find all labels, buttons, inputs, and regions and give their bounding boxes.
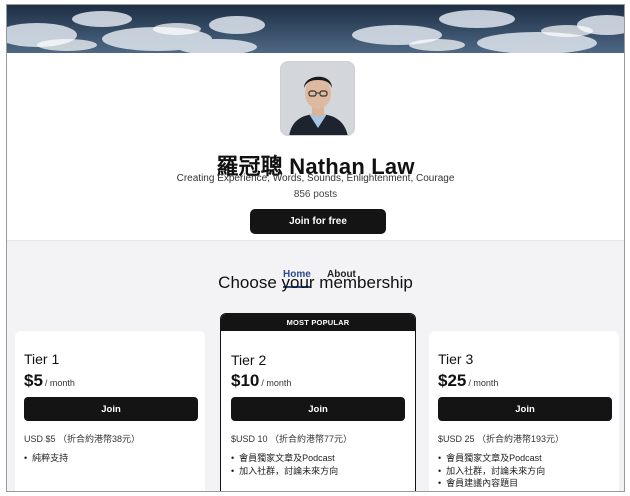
- perk-item: 純粹支持: [24, 452, 68, 465]
- perk-list: 會員獨家文章及Podcast 加入社群，討論未來方向 會員建議內容題目: [438, 452, 545, 490]
- tier-card-3: Tier 3 $25/ month Join $USD 25 （折合約港幣193…: [429, 331, 619, 491]
- local-price: USD $5 （折合約港幣38元）: [24, 434, 141, 444]
- perk-item: 加入社群，討論未來方向: [438, 465, 545, 478]
- price-amount: $5: [24, 371, 43, 390]
- tier-name: Tier 2: [231, 352, 267, 368]
- profile-header: 羅冠聰 Nathan Law Creating Experience, Word…: [7, 53, 624, 288]
- perk-item: 會員獨家文章及Podcast: [438, 452, 545, 465]
- price-period: / month: [261, 378, 292, 388]
- perk-list: 純粹支持: [24, 452, 68, 465]
- tier-card-2: MOST POPULAR Tier 2 $10/ month Join $USD…: [220, 313, 416, 491]
- tier-1-join-button[interactable]: Join: [24, 397, 198, 421]
- price-period: / month: [44, 378, 75, 388]
- membership-heading: Choose your membership: [218, 273, 413, 292]
- creator-tagline: Creating Experience, Words, Sounds, Enli…: [176, 173, 455, 184]
- tier-price: $10/ month: [231, 371, 291, 391]
- tier-card-1: Tier 1 $5/ month Join USD $5 （折合約港幣38元） …: [15, 331, 205, 491]
- join-for-free-button[interactable]: Join for free: [250, 209, 386, 234]
- local-price: $USD 10 （折合約港幣77元）: [231, 434, 353, 444]
- price-amount: $10: [231, 371, 260, 390]
- price-amount: $25: [438, 371, 467, 390]
- tier-2-join-button[interactable]: Join: [231, 397, 405, 421]
- perk-item: 加入社群，討論未來方向: [231, 465, 338, 478]
- tier-3-join-button[interactable]: Join: [438, 397, 612, 421]
- price-period: / month: [468, 378, 499, 388]
- perk-list: 會員獨家文章及Podcast 加入社群，討論未來方向: [231, 452, 338, 477]
- tier-price: $25/ month: [438, 371, 498, 391]
- most-popular-badge: MOST POPULAR: [221, 314, 415, 331]
- cloud-image: [7, 5, 624, 53]
- tier-name: Tier 1: [24, 351, 60, 367]
- perk-item: 會員建議內容題目: [438, 477, 545, 490]
- post-count: 856 posts: [293, 189, 338, 200]
- local-price: $USD 25 （折合約港幣193元）: [438, 434, 565, 444]
- perk-item: 會員獨家文章及Podcast: [231, 452, 338, 465]
- tier-name: Tier 3: [438, 351, 474, 367]
- avatar[interactable]: [280, 61, 355, 136]
- tier-price: $5/ month: [24, 371, 75, 391]
- avatar-photo: [281, 62, 354, 135]
- cover-banner: [7, 5, 624, 53]
- creator-page: 羅冠聰 Nathan Law Creating Experience, Word…: [6, 4, 625, 492]
